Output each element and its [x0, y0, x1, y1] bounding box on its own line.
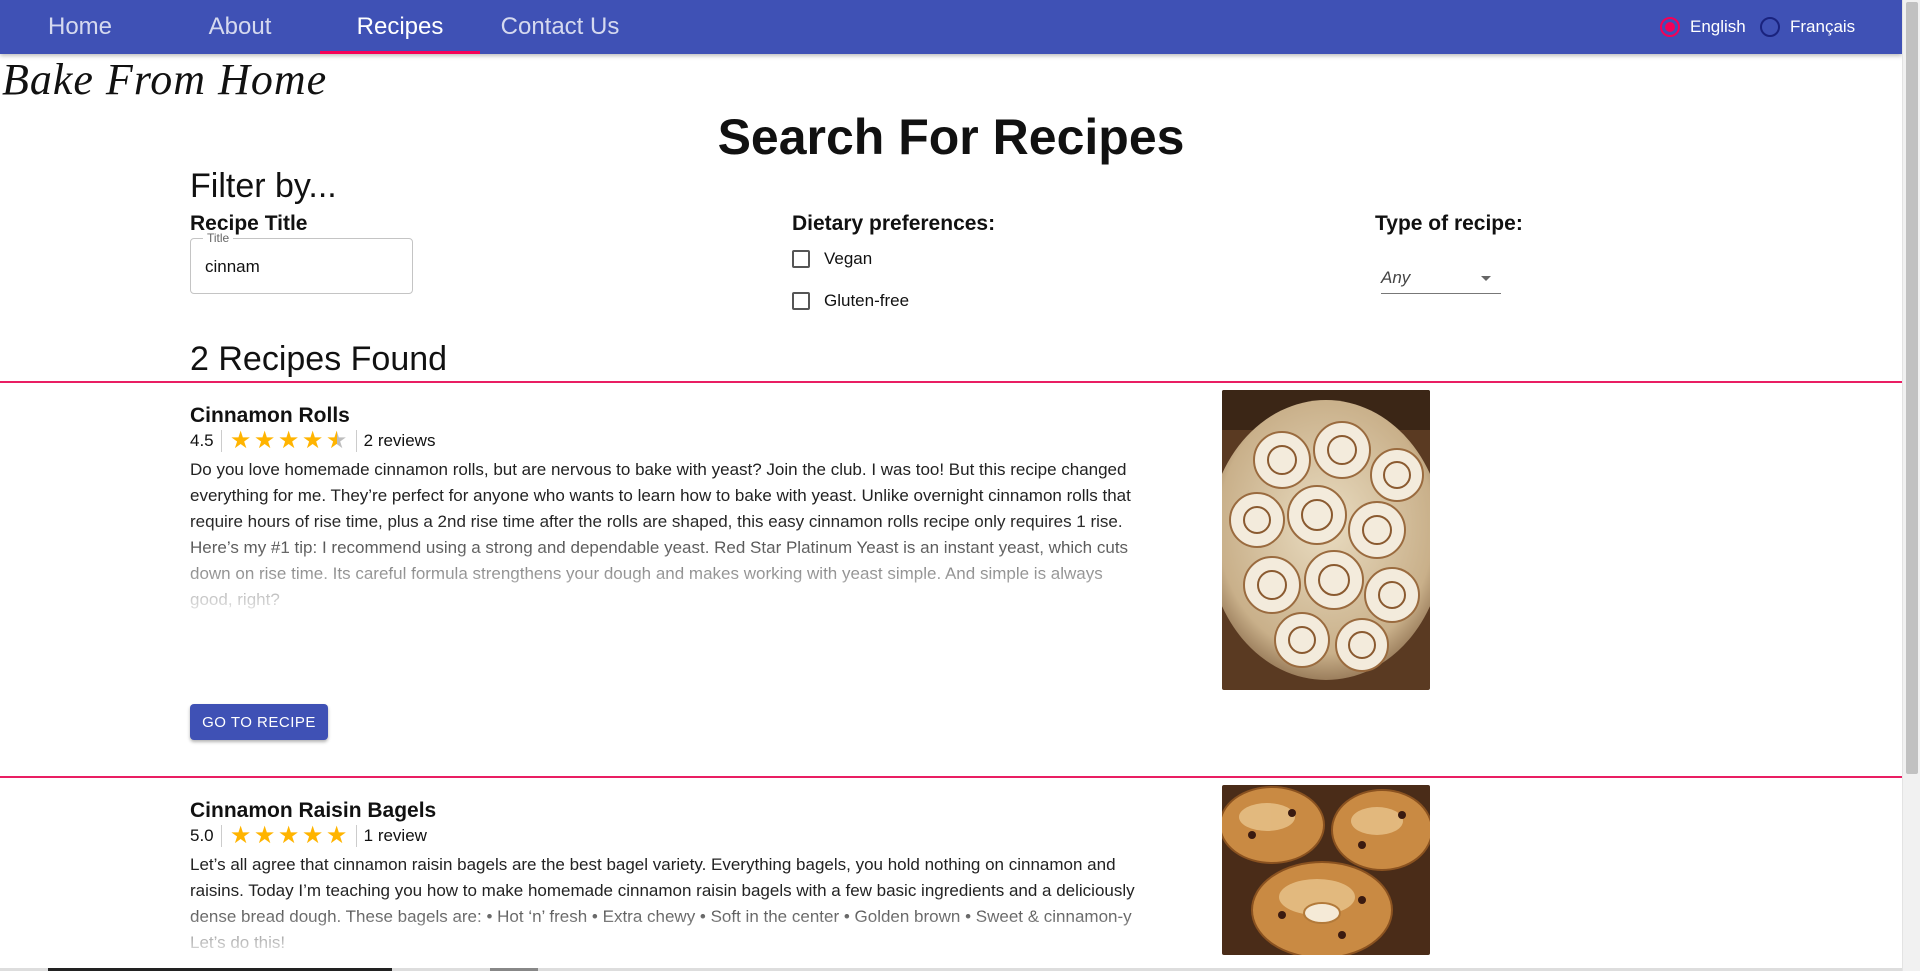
- recipe-type-label: Type of recipe:: [1375, 212, 1523, 235]
- recipe-description: Do you love homemade cinnamon rolls, but…: [190, 460, 1131, 609]
- language-french-radio[interactable]: Français: [1760, 16, 1855, 38]
- recipe-rating: 4.5 ★ ★ ★ ★ ★ 2 reviews: [190, 427, 436, 454]
- tab-contact-us-label: Contact Us: [500, 13, 620, 40]
- vegan-label: Vegan: [824, 249, 873, 268]
- star-icon: ★: [229, 427, 252, 454]
- rating-value: 4.5: [190, 431, 214, 450]
- gluten-free-checkbox[interactable]: [792, 292, 810, 310]
- star-icon: ★: [253, 427, 276, 454]
- recipe-title: Cinnamon Rolls: [190, 404, 350, 427]
- filter-heading: Filter by...: [190, 167, 337, 205]
- cinnamon-raisin-bagels-image: [1222, 785, 1430, 955]
- star-icon: ★: [277, 822, 300, 849]
- cinnamon-rolls-image: [1222, 390, 1430, 690]
- top-navbar: Home About Recipes Contact Us English Fr…: [0, 0, 1902, 54]
- star-icon: ★: [229, 822, 252, 849]
- gluten-free-checkbox-row[interactable]: Gluten-free: [792, 289, 909, 313]
- tab-about[interactable]: About: [160, 0, 320, 54]
- star-icon: ★: [301, 822, 324, 849]
- tab-recipes[interactable]: Recipes: [320, 0, 480, 54]
- star-rating: ★ ★ ★ ★ ★: [229, 427, 349, 454]
- recipe-card: Cinnamon Raisin Bagels 5.0 ★ ★ ★ ★ ★ 1 r…: [0, 785, 1902, 967]
- gluten-free-label: Gluten-free: [824, 291, 910, 310]
- dropdown-caret-icon: [1481, 276, 1491, 281]
- scrollbar-thumb[interactable]: [1906, 2, 1918, 774]
- result-divider: [0, 381, 1902, 383]
- recipe-type-value: Any: [1381, 268, 1411, 287]
- tab-about-label: About: [208, 13, 272, 40]
- tab-home[interactable]: Home: [0, 0, 160, 54]
- dietary-preferences-label: Dietary preferences:: [792, 212, 996, 235]
- page-scrollbar[interactable]: [1902, 0, 1920, 971]
- brand-logo[interactable]: Bake From Home: [2, 54, 327, 105]
- star-rating: ★ ★ ★ ★ ★: [229, 822, 349, 849]
- radio-unchecked-icon[interactable]: [1760, 17, 1780, 37]
- tab-home-label: Home: [47, 13, 113, 40]
- language-english-radio[interactable]: English: [1660, 16, 1746, 38]
- rating-separator: [355, 430, 357, 452]
- vegan-checkbox-row[interactable]: Vegan: [792, 247, 872, 271]
- half-star-icon: ★: [325, 427, 348, 454]
- recipe-type-select[interactable]: Any: [1381, 262, 1501, 294]
- star-icon: ★: [301, 427, 324, 454]
- star-icon: ★: [253, 822, 276, 849]
- cinnamon-rolls-photo: [1222, 390, 1430, 690]
- star-icon: ★: [277, 427, 300, 454]
- recipe-title-field[interactable]: Title: [190, 231, 413, 294]
- result-divider: [0, 776, 1902, 778]
- bagels-photo: [1222, 785, 1430, 955]
- rating-separator: [220, 430, 222, 452]
- review-count[interactable]: 2 reviews: [364, 431, 436, 451]
- star-icon: ★: [325, 822, 348, 849]
- language-french-label: Français: [1790, 17, 1856, 36]
- rating-separator: [355, 825, 357, 847]
- results-count: 2 Recipes Found: [190, 340, 448, 378]
- recipe-description: Let’s all agree that cinnamon raisin bag…: [190, 855, 1135, 952]
- review-count[interactable]: 1 review: [364, 826, 427, 846]
- recipe-rating: 5.0 ★ ★ ★ ★ ★ 1 review: [190, 822, 427, 849]
- go-to-recipe-button[interactable]: GO TO RECIPE: [190, 704, 328, 740]
- title-field-legend: Title: [203, 231, 234, 245]
- tab-recipes-label: Recipes: [356, 13, 444, 40]
- page-title: Search For Recipes: [717, 109, 1185, 165]
- title-search-input[interactable]: [205, 257, 400, 277]
- rating-value: 5.0: [190, 826, 214, 845]
- recipe-card: Cinnamon Rolls 4.5 ★ ★ ★ ★ ★ 2 reviews D…: [0, 390, 1902, 764]
- rating-separator: [220, 825, 222, 847]
- tab-contact-us[interactable]: Contact Us: [480, 0, 640, 54]
- radio-checked-icon[interactable]: [1660, 17, 1680, 37]
- vegan-checkbox[interactable]: [792, 250, 810, 268]
- recipe-title: Cinnamon Raisin Bagels: [190, 799, 437, 822]
- language-english-label: English: [1690, 17, 1746, 36]
